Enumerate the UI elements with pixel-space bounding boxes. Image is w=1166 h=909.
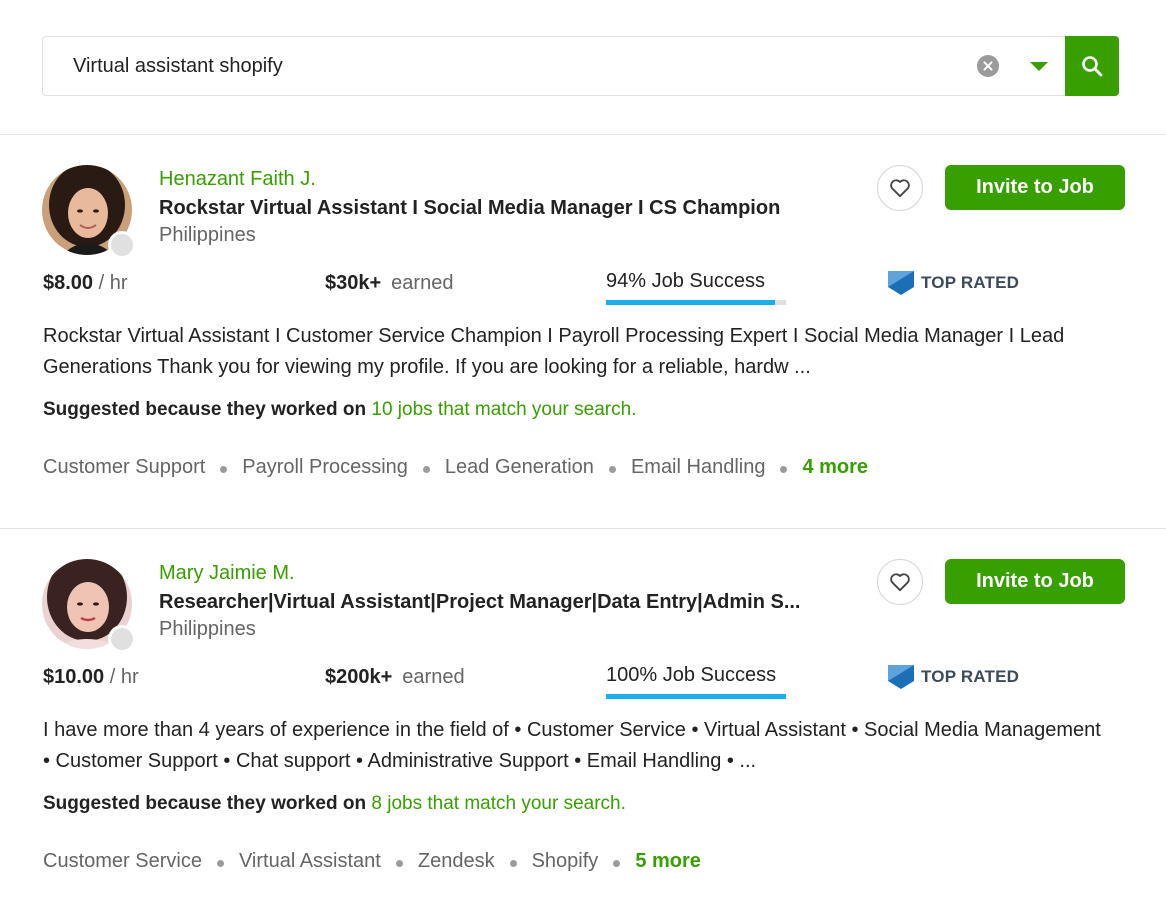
job-success-label: 94% Job Success — [606, 270, 765, 292]
invite-to-job-button[interactable]: Invite to Job — [945, 165, 1125, 210]
suggestion-reason: Suggested because they worked on 10 jobs… — [43, 399, 636, 421]
separator-dot — [509, 859, 517, 867]
separator-dot — [220, 465, 228, 473]
top-rated-badge: TOP RATED — [887, 270, 1019, 296]
top-rated-badge: TOP RATED — [887, 664, 1019, 690]
search-bar — [42, 36, 1119, 96]
total-earned: $200k+ earned — [325, 666, 465, 689]
skill-tag[interactable]: Shopify — [532, 850, 599, 873]
separator-dot — [216, 859, 224, 867]
separator-dot — [608, 465, 616, 473]
earned-label: earned — [391, 272, 454, 294]
heart-icon — [890, 573, 910, 592]
freelancer-name[interactable]: Mary Jaimie M. — [159, 562, 295, 585]
skill-tag[interactable]: Customer Service — [43, 850, 202, 873]
hourly-rate: $10.00 / hr — [43, 666, 139, 689]
skill-tag[interactable]: Payroll Processing — [242, 456, 408, 479]
top-rated-icon — [888, 271, 914, 295]
avatar[interactable] — [42, 559, 136, 653]
suggestion-lead: Suggested because they worked on — [43, 793, 367, 814]
separator-dot — [422, 465, 430, 473]
skill-tag[interactable]: Email Handling — [631, 456, 766, 479]
matching-jobs-link[interactable]: 10 jobs that match your search. — [371, 399, 636, 420]
search-button[interactable] — [1065, 36, 1119, 96]
save-freelancer-button[interactable] — [877, 559, 923, 605]
freelancer-title: Rockstar Virtual Assistant I Social Medi… — [159, 197, 781, 219]
heart-icon — [890, 179, 910, 198]
suggestion-reason: Suggested because they worked on 8 jobs … — [43, 793, 626, 815]
search-icon — [1082, 56, 1103, 77]
freelancer-location: Philippines — [159, 618, 256, 640]
skill-tag[interactable]: Virtual Assistant — [239, 850, 381, 873]
clear-search-icon[interactable] — [977, 55, 999, 77]
freelancer-title: Researcher|Virtual Assistant|Project Man… — [159, 591, 801, 613]
job-success-bar — [606, 694, 786, 699]
hourly-rate: $8.00 / hr — [43, 272, 128, 295]
top-rated-icon — [888, 665, 914, 689]
rate-unit: / hr — [98, 272, 128, 294]
job-success-label: 100% Job Success — [606, 664, 777, 686]
earned-value: $30k+ — [325, 272, 382, 294]
top-rated-label: TOP RATED — [921, 273, 1020, 292]
invite-to-job-button[interactable]: Invite to Job — [945, 559, 1125, 604]
skill-tag[interactable]: Lead Generation — [445, 456, 594, 479]
skills-list: Customer Support Payroll Processing Lead… — [43, 456, 868, 479]
suggestion-lead: Suggested because they worked on — [43, 399, 367, 420]
freelancer-name[interactable]: Henazant Faith J. — [159, 168, 316, 191]
top-rated-label: TOP RATED — [921, 667, 1020, 686]
separator-dot — [613, 859, 621, 867]
freelancer-location: Philippines — [159, 224, 256, 246]
rate-value: $8.00 — [43, 272, 94, 294]
freelancer-overview: I have more than 4 years of experience i… — [43, 719, 1101, 772]
freelancer-overview: Rockstar Virtual Assistant I Customer Se… — [43, 325, 1065, 378]
job-success-fill — [606, 694, 786, 699]
skill-tag[interactable]: Customer Support — [43, 456, 205, 479]
search-input[interactable] — [73, 37, 953, 95]
chevron-down-icon[interactable] — [1025, 55, 1053, 77]
rate-value: $10.00 — [43, 666, 105, 688]
job-success-bar — [606, 300, 786, 305]
more-skills-link[interactable]: 5 more — [635, 850, 701, 873]
avatar[interactable] — [42, 165, 136, 259]
total-earned: $30k+ earned — [325, 272, 453, 295]
matching-jobs-link[interactable]: 8 jobs that match your search. — [371, 793, 626, 814]
online-status-indicator — [108, 625, 136, 653]
freelancer-card: Mary Jaimie M. Researcher|Virtual Assist… — [0, 529, 1166, 909]
rate-unit: / hr — [109, 666, 139, 688]
separator-dot — [780, 465, 788, 473]
online-status-indicator — [108, 231, 136, 259]
earned-label: earned — [402, 666, 465, 688]
freelancer-card: Henazant Faith J. Rockstar Virtual Assis… — [0, 135, 1166, 525]
separator-dot — [395, 859, 403, 867]
skill-tag[interactable]: Zendesk — [418, 850, 495, 873]
skills-list: Customer Service Virtual Assistant Zende… — [43, 850, 701, 873]
save-freelancer-button[interactable] — [877, 165, 923, 211]
earned-value: $200k+ — [325, 666, 393, 688]
job-success-fill — [606, 300, 776, 305]
more-skills-link[interactable]: 4 more — [802, 456, 868, 479]
